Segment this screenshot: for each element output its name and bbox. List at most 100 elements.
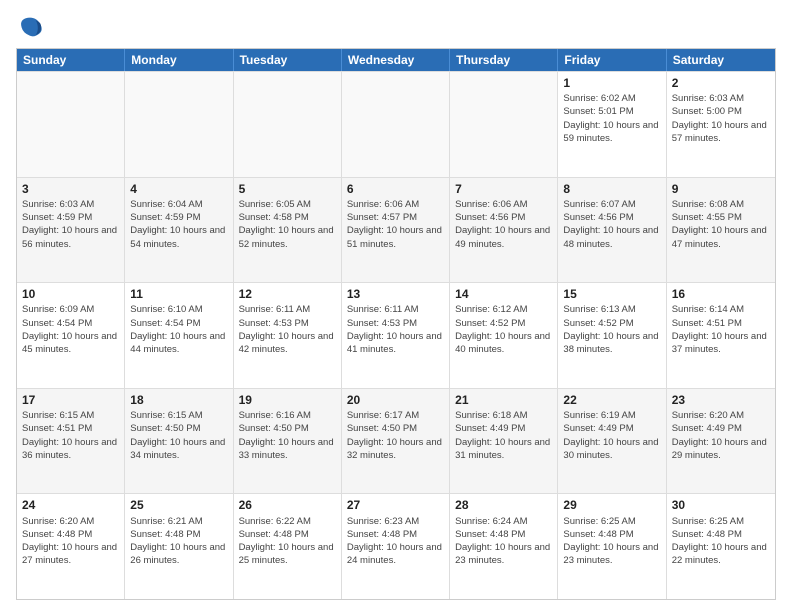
day-number: 15 xyxy=(563,286,660,302)
day-info: Sunrise: 6:22 AMSunset: 4:48 PMDaylight:… xyxy=(239,515,336,568)
calendar-cell: 17Sunrise: 6:15 AMSunset: 4:51 PMDayligh… xyxy=(17,389,125,494)
logo xyxy=(16,12,48,40)
day-number: 28 xyxy=(455,497,552,513)
day-number: 6 xyxy=(347,181,444,197)
calendar-cell: 25 Sunrise: 6:21 AMSunset: 4:48 PMDayligh… xyxy=(125,494,233,599)
calendar-cell: 10Sunrise: 6:09 AMSunset: 4:54 PMDayligh… xyxy=(17,283,125,388)
day-number: 29 xyxy=(563,497,660,513)
calendar-cell-empty xyxy=(450,72,558,177)
calendar-cell: 27Sunrise: 6:23 AMSunset: 4:48 PMDayligh… xyxy=(342,494,450,599)
day-info: Sunrise: 6:02 AMSunset: 5:01 PMDaylight:… xyxy=(563,92,660,145)
day-number: 11 xyxy=(130,286,227,302)
day-info: Sunrise: 6:15 AMSunset: 4:50 PMDaylight:… xyxy=(130,409,227,462)
page: SundayMondayTuesdayWednesdayThursdayFrid… xyxy=(0,0,792,612)
day-number: 21 xyxy=(455,392,552,408)
calendar-row: 1Sunrise: 6:02 AMSunset: 5:01 PMDaylight… xyxy=(17,71,775,177)
calendar-cell: 7Sunrise: 6:06 AMSunset: 4:56 PMDaylight… xyxy=(450,178,558,283)
calendar-cell: 9Sunrise: 6:08 AMSunset: 4:55 PMDaylight… xyxy=(667,178,775,283)
day-info: Sunrise: 6:25 AMSunset: 4:48 PMDaylight:… xyxy=(563,515,660,568)
day-number: 1 xyxy=(563,75,660,91)
calendar-cell-empty xyxy=(342,72,450,177)
day-number: 8 xyxy=(563,181,660,197)
calendar-cell: 12Sunrise: 6:11 AMSunset: 4:53 PMDayligh… xyxy=(234,283,342,388)
day-info: Sunrise: 6:15 AMSunset: 4:51 PMDaylight:… xyxy=(22,409,119,462)
calendar-row: 24 Sunrise: 6:20 AMSunset: 4:48 PMDayligh… xyxy=(17,493,775,599)
calendar-cell: 22Sunrise: 6:19 AMSunset: 4:49 PMDayligh… xyxy=(558,389,666,494)
calendar-cell: 5Sunrise: 6:05 AMSunset: 4:58 PMDaylight… xyxy=(234,178,342,283)
day-info: Sunrise: 6:13 AMSunset: 4:52 PMDaylight:… xyxy=(563,303,660,356)
calendar-cell: 15Sunrise: 6:13 AMSunset: 4:52 PMDayligh… xyxy=(558,283,666,388)
day-info: Sunrise: 6:19 AMSunset: 4:49 PMDaylight:… xyxy=(563,409,660,462)
calendar-cell: 2Sunrise: 6:03 AMSunset: 5:00 PMDaylight… xyxy=(667,72,775,177)
day-info: Sunrise: 6:12 AMSunset: 4:52 PMDaylight:… xyxy=(455,303,552,356)
day-info: Sunrise: 6:17 AMSunset: 4:50 PMDaylight:… xyxy=(347,409,444,462)
day-number: 12 xyxy=(239,286,336,302)
day-number: 2 xyxy=(672,75,770,91)
calendar-row: 17Sunrise: 6:15 AMSunset: 4:51 PMDayligh… xyxy=(17,388,775,494)
calendar-cell: 8Sunrise: 6:07 AMSunset: 4:56 PMDaylight… xyxy=(558,178,666,283)
logo-icon xyxy=(16,12,44,40)
calendar-cell: 29 Sunrise: 6:25 AMSunset: 4:48 PMDayligh… xyxy=(558,494,666,599)
calendar-cell-empty xyxy=(17,72,125,177)
day-info: Sunrise: 6:07 AMSunset: 4:56 PMDaylight:… xyxy=(563,198,660,251)
day-number: 14 xyxy=(455,286,552,302)
day-info: Sunrise: 6:05 AMSunset: 4:58 PMDaylight:… xyxy=(239,198,336,251)
calendar-header-cell: Saturday xyxy=(667,49,775,71)
day-info: Sunrise: 6:04 AMSunset: 4:59 PMDaylight:… xyxy=(130,198,227,251)
calendar-cell: 30 Sunrise: 6:25 AMSunset: 4:48 PMDayligh… xyxy=(667,494,775,599)
calendar-cell: 3Sunrise: 6:03 AMSunset: 4:59 PMDaylight… xyxy=(17,178,125,283)
calendar-cell: 20Sunrise: 6:17 AMSunset: 4:50 PMDayligh… xyxy=(342,389,450,494)
day-info: Sunrise: 6:06 AMSunset: 4:56 PMDaylight:… xyxy=(455,198,552,251)
day-info: Sunrise: 6:21 AMSunset: 4:48 PMDaylight:… xyxy=(130,515,227,568)
day-info: Sunrise: 6:25 AMSunset: 4:48 PMDaylight:… xyxy=(672,515,770,568)
calendar-cell: 23Sunrise: 6:20 AMSunset: 4:49 PMDayligh… xyxy=(667,389,775,494)
day-info: Sunrise: 6:09 AMSunset: 4:54 PMDaylight:… xyxy=(22,303,119,356)
day-number: 10 xyxy=(22,286,119,302)
calendar-header-cell: Monday xyxy=(125,49,233,71)
day-number: 25 xyxy=(130,497,227,513)
day-info: Sunrise: 6:06 AMSunset: 4:57 PMDaylight:… xyxy=(347,198,444,251)
calendar-cell: 19Sunrise: 6:16 AMSunset: 4:50 PMDayligh… xyxy=(234,389,342,494)
day-info: Sunrise: 6:20 AMSunset: 4:48 PMDaylight:… xyxy=(22,515,119,568)
day-number: 9 xyxy=(672,181,770,197)
day-number: 26 xyxy=(239,497,336,513)
day-info: Sunrise: 6:11 AMSunset: 4:53 PMDaylight:… xyxy=(239,303,336,356)
day-info: Sunrise: 6:03 AMSunset: 5:00 PMDaylight:… xyxy=(672,92,770,145)
calendar-body: 1Sunrise: 6:02 AMSunset: 5:01 PMDaylight… xyxy=(17,71,775,599)
calendar-header-cell: Friday xyxy=(558,49,666,71)
calendar-cell: 16Sunrise: 6:14 AMSunset: 4:51 PMDayligh… xyxy=(667,283,775,388)
day-number: 22 xyxy=(563,392,660,408)
calendar-header-cell: Tuesday xyxy=(234,49,342,71)
calendar-cell: 13Sunrise: 6:11 AMSunset: 4:53 PMDayligh… xyxy=(342,283,450,388)
day-info: Sunrise: 6:16 AMSunset: 4:50 PMDaylight:… xyxy=(239,409,336,462)
day-info: Sunrise: 6:11 AMSunset: 4:53 PMDaylight:… xyxy=(347,303,444,356)
calendar-row: 10Sunrise: 6:09 AMSunset: 4:54 PMDayligh… xyxy=(17,282,775,388)
calendar-header: SundayMondayTuesdayWednesdayThursdayFrid… xyxy=(17,49,775,71)
calendar: SundayMondayTuesdayWednesdayThursdayFrid… xyxy=(16,48,776,600)
day-number: 7 xyxy=(455,181,552,197)
day-number: 19 xyxy=(239,392,336,408)
day-number: 18 xyxy=(130,392,227,408)
calendar-cell: 28Sunrise: 6:24 AMSunset: 4:48 PMDayligh… xyxy=(450,494,558,599)
day-info: Sunrise: 6:03 AMSunset: 4:59 PMDaylight:… xyxy=(22,198,119,251)
calendar-row: 3Sunrise: 6:03 AMSunset: 4:59 PMDaylight… xyxy=(17,177,775,283)
day-info: Sunrise: 6:10 AMSunset: 4:54 PMDaylight:… xyxy=(130,303,227,356)
calendar-cell: 1Sunrise: 6:02 AMSunset: 5:01 PMDaylight… xyxy=(558,72,666,177)
day-number: 17 xyxy=(22,392,119,408)
day-info: Sunrise: 6:20 AMSunset: 4:49 PMDaylight:… xyxy=(672,409,770,462)
day-number: 30 xyxy=(672,497,770,513)
day-number: 5 xyxy=(239,181,336,197)
day-number: 13 xyxy=(347,286,444,302)
calendar-header-cell: Sunday xyxy=(17,49,125,71)
day-number: 24 xyxy=(22,497,119,513)
calendar-cell: 24 Sunrise: 6:20 AMSunset: 4:48 PMDayligh… xyxy=(17,494,125,599)
day-info: Sunrise: 6:23 AMSunset: 4:48 PMDaylight:… xyxy=(347,515,444,568)
calendar-cell-empty xyxy=(234,72,342,177)
calendar-cell: 21Sunrise: 6:18 AMSunset: 4:49 PMDayligh… xyxy=(450,389,558,494)
day-number: 20 xyxy=(347,392,444,408)
day-number: 23 xyxy=(672,392,770,408)
calendar-cell: 14Sunrise: 6:12 AMSunset: 4:52 PMDayligh… xyxy=(450,283,558,388)
day-info: Sunrise: 6:18 AMSunset: 4:49 PMDaylight:… xyxy=(455,409,552,462)
calendar-cell-empty xyxy=(125,72,233,177)
day-info: Sunrise: 6:08 AMSunset: 4:55 PMDaylight:… xyxy=(672,198,770,251)
